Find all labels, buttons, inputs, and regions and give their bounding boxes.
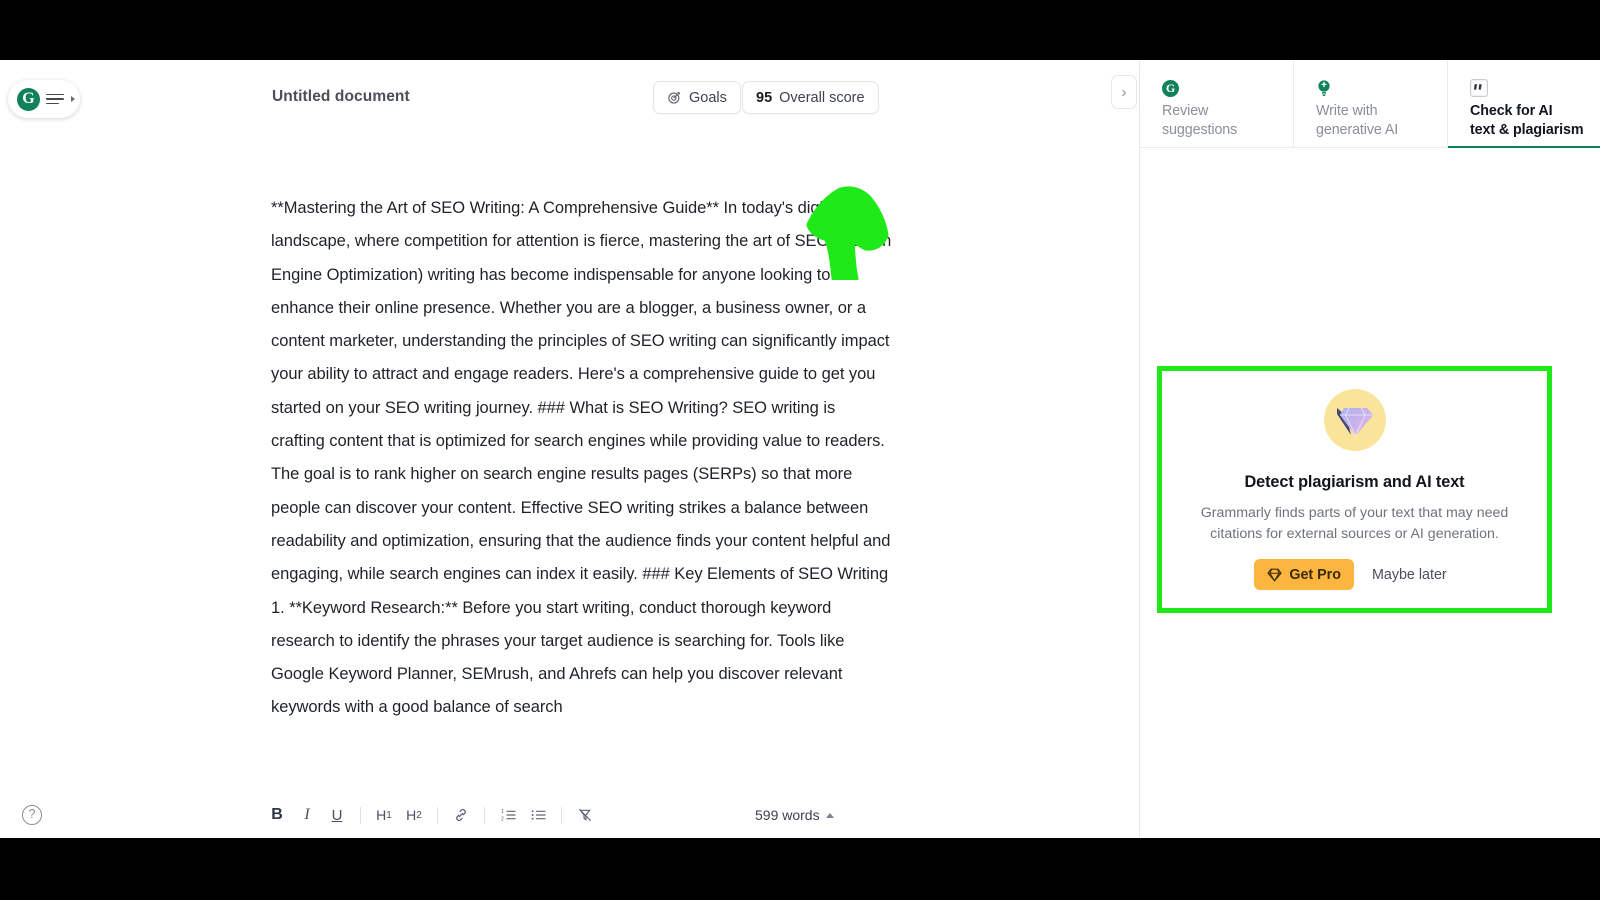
help-icon[interactable]: ? (22, 805, 42, 825)
tab-write-with-generative-ai-label-line2: generative AI (1316, 122, 1399, 138)
heading-1-sublabel: 1 (386, 809, 392, 821)
get-pro-button[interactable]: Get Pro (1254, 559, 1354, 590)
grammarly-logo-menu-pill[interactable]: G (8, 80, 80, 118)
collapse-panel-button[interactable]: › (1111, 75, 1137, 109)
quote-icon (1470, 78, 1600, 98)
heading-1-label: H (376, 807, 387, 823)
formatting-toolbar: ? B I U H1 H2 1 2 599 words (0, 792, 1139, 838)
gem-icon-badge (1323, 389, 1386, 451)
detect-plagiarism-promo-card: Detect plagiarism and AI text Grammarly … (1162, 371, 1547, 608)
lightbulb-icon (1316, 78, 1447, 98)
bulleted-list-button[interactable] (523, 801, 553, 829)
word-count-control[interactable]: 599 words (755, 807, 834, 823)
tab-review-suggestions-label-line1: Review (1162, 103, 1209, 119)
promo-title: Detect plagiarism and AI text (1244, 473, 1465, 491)
chevron-right-icon[interactable] (71, 96, 75, 102)
tab-check-for-ai-text-and-plagiarism[interactable]: Check for AI text & plagiarism (1448, 60, 1600, 148)
target-icon (667, 90, 682, 105)
tab-review-suggestions-label-line2: suggestions (1162, 122, 1238, 138)
numbered-list-icon: 1 2 (501, 809, 516, 822)
svg-text:1: 1 (501, 809, 504, 815)
tab-write-with-generative-ai-label-line1: Write with (1316, 103, 1378, 119)
heading-1-button[interactable]: H1 (369, 801, 399, 829)
hamburger-menu-icon[interactable] (46, 93, 64, 105)
overall-score-button[interactable]: 95 Overall score (742, 81, 879, 114)
maybe-later-button[interactable]: Maybe later (1364, 567, 1455, 583)
toolbar-divider (484, 806, 485, 824)
word-count-label: 599 words (755, 807, 820, 823)
diamond-icon (1267, 568, 1283, 582)
clear-format-icon (579, 808, 591, 821)
italic-button[interactable]: I (292, 801, 322, 829)
chevron-up-icon (825, 812, 834, 818)
chevron-right-icon: › (1121, 83, 1127, 101)
formatting-button-group: B I U H1 H2 1 2 (262, 801, 600, 829)
editor-column: G Untitled document Goals 95 Overall sco… (0, 60, 1139, 838)
bold-button[interactable]: B (262, 801, 292, 829)
promo-card-highlight-annotation: Detect plagiarism and AI text Grammarly … (1157, 366, 1552, 613)
assistant-side-panel: › G Review suggestions Write with genera… (1111, 60, 1600, 838)
link-button[interactable] (446, 801, 476, 829)
bullet-list-icon (531, 810, 546, 820)
toolbar-divider (561, 806, 562, 824)
overall-score-label: Overall score (779, 89, 865, 106)
diamond-icon (1336, 407, 1373, 438)
assistant-tabs: G Review suggestions Write with generati… (1140, 60, 1600, 148)
ordered-list-button[interactable]: 1 2 (493, 801, 523, 829)
heading-2-sublabel: 2 (416, 809, 422, 821)
grammarly-app-window: G Untitled document Goals 95 Overall sco… (0, 60, 1600, 838)
get-pro-button-label: Get Pro (1289, 566, 1341, 583)
promo-description: Grammarly finds parts of your text that … (1200, 505, 1509, 542)
overall-score-value: 95 (756, 89, 773, 106)
tab-check-for-ai-text-and-plagiarism-label-line2: text & plagiarism (1470, 122, 1584, 138)
underline-button[interactable]: U (322, 801, 352, 829)
toolbar-divider (360, 806, 361, 824)
clear-formatting-button[interactable] (570, 801, 600, 829)
grammarly-logo-icon: G (1162, 78, 1293, 98)
goals-button-label: Goals (689, 89, 727, 106)
svg-text:2: 2 (501, 816, 504, 822)
document-body-text[interactable]: **Mastering the Art of SEO Writing: A Co… (271, 192, 893, 725)
heading-2-button[interactable]: H2 (399, 801, 429, 829)
heading-2-label: H (406, 807, 417, 823)
tab-review-suggestions[interactable]: G Review suggestions (1140, 60, 1294, 148)
tab-write-with-generative-ai[interactable]: Write with generative AI (1294, 60, 1448, 148)
tab-check-for-ai-text-and-plagiarism-label-line1: Check for AI (1470, 103, 1553, 119)
grammarly-logo-icon: G (17, 87, 40, 111)
document-title[interactable]: Untitled document (272, 88, 410, 106)
toolbar-divider (437, 806, 438, 824)
link-icon (456, 808, 466, 822)
promo-actions: Get Pro Maybe later (1254, 559, 1454, 590)
screenshot-root: G Untitled document Goals 95 Overall sco… (0, 0, 1600, 900)
goals-button[interactable]: Goals (653, 81, 741, 114)
